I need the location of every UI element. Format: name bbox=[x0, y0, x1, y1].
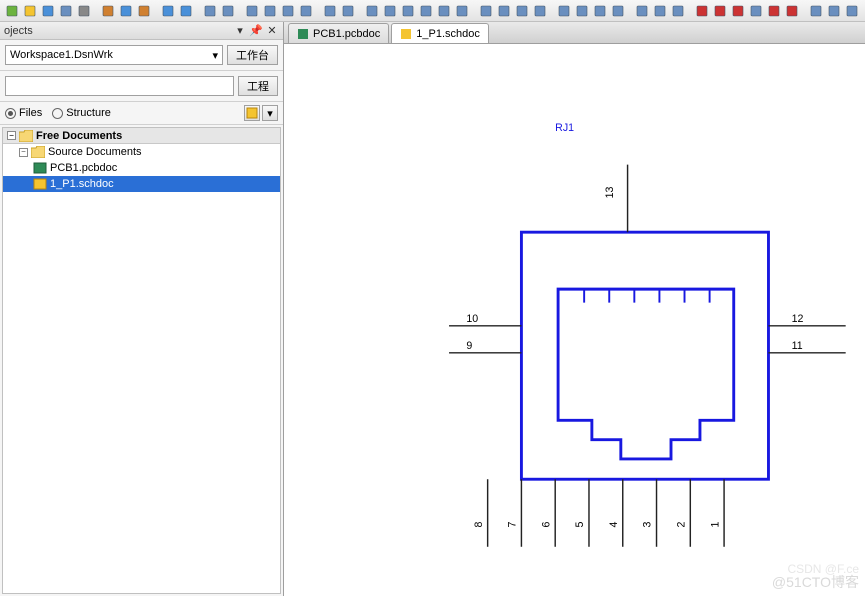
project-path-input[interactable] bbox=[5, 76, 234, 96]
pin-label-bottom: 5 bbox=[574, 521, 586, 527]
tree-category[interactable]: − Free Documents bbox=[3, 128, 280, 144]
distribute-v-icon[interactable] bbox=[454, 3, 470, 19]
save-icon[interactable] bbox=[40, 3, 56, 19]
move-icon[interactable] bbox=[220, 3, 236, 19]
schematic-canvas[interactable]: RJ113109121187654321 CSDN @F.ce @51CTO博客 bbox=[284, 44, 865, 596]
collapse-icon[interactable]: − bbox=[7, 131, 16, 140]
pin-label-top: 13 bbox=[604, 187, 616, 199]
workspace-name: Workspace1.DsnWrk bbox=[10, 49, 113, 61]
folder-icon bbox=[19, 130, 33, 142]
panel-header: ojects ▾ 📌 ✕ bbox=[0, 22, 283, 40]
pin-label-left: 9 bbox=[466, 340, 472, 352]
tree-doc-sch[interactable]: 1_P1.schdoc bbox=[3, 176, 280, 192]
wire-icon[interactable] bbox=[712, 3, 728, 19]
layer-up-icon[interactable] bbox=[556, 3, 572, 19]
ungroup-icon[interactable] bbox=[610, 3, 626, 19]
new-icon[interactable] bbox=[4, 3, 20, 19]
bus-icon[interactable] bbox=[730, 3, 746, 19]
socket-outline bbox=[558, 289, 734, 459]
cut-icon[interactable] bbox=[100, 3, 116, 19]
save-all-icon[interactable] bbox=[58, 3, 74, 19]
editor-canvas-wrap: RJ113109121187654321 CSDN @F.ce @51CTO博客 bbox=[284, 44, 865, 596]
collapse-icon[interactable]: − bbox=[19, 148, 28, 157]
snap-icon[interactable] bbox=[340, 3, 356, 19]
zoom-in-icon[interactable] bbox=[280, 3, 296, 19]
zoom-window-icon[interactable] bbox=[244, 3, 260, 19]
align-right-icon[interactable] bbox=[382, 3, 398, 19]
projects-panel: ojects ▾ 📌 ✕ Workspace1.DsnWrk ▾ 工作台 工程 … bbox=[0, 22, 284, 596]
radio-files[interactable] bbox=[5, 108, 16, 119]
power-icon[interactable] bbox=[766, 3, 782, 19]
align-bottom-icon[interactable] bbox=[418, 3, 434, 19]
tab-pcb[interactable]: PCB1.pcbdoc bbox=[288, 23, 389, 43]
rotate-left-icon[interactable] bbox=[478, 3, 494, 19]
main-toolbar bbox=[0, 0, 865, 22]
align-left-icon[interactable] bbox=[364, 3, 380, 19]
flip-v-icon[interactable] bbox=[532, 3, 548, 19]
tree-folder[interactable]: − Source Documents bbox=[3, 144, 280, 160]
pin-label-bottom: 1 bbox=[709, 521, 721, 527]
zoom-out-icon[interactable] bbox=[298, 3, 314, 19]
tab-sch[interactable]: 1_P1.schdoc bbox=[391, 23, 489, 43]
pin-label-bottom: 8 bbox=[473, 521, 485, 527]
undo-icon[interactable] bbox=[160, 3, 176, 19]
print-icon[interactable] bbox=[76, 3, 92, 19]
net-icon[interactable] bbox=[694, 3, 710, 19]
options-dropdown-icon[interactable]: ▾ bbox=[262, 105, 278, 121]
paste-icon[interactable] bbox=[136, 3, 152, 19]
radio-structure-label[interactable]: Structure bbox=[66, 107, 111, 119]
rotate-right-icon[interactable] bbox=[496, 3, 512, 19]
document-tabs: PCB1.pcbdoc 1_P1.schdoc bbox=[284, 22, 865, 44]
cross-probe-icon[interactable] bbox=[826, 3, 842, 19]
chevron-down-icon: ▾ bbox=[212, 49, 218, 62]
project-tree: − Free Documents − Source Documents PCB1… bbox=[2, 127, 281, 594]
pin-label-right: 12 bbox=[792, 313, 804, 325]
grid-icon[interactable] bbox=[322, 3, 338, 19]
pin-label-right: 11 bbox=[792, 340, 803, 352]
zoom-fit-icon[interactable] bbox=[262, 3, 278, 19]
align-top-icon[interactable] bbox=[400, 3, 416, 19]
sch-doc-icon bbox=[33, 178, 47, 190]
compile-icon[interactable] bbox=[670, 3, 686, 19]
pin-label-bottom: 3 bbox=[642, 521, 654, 527]
port-icon[interactable] bbox=[748, 3, 764, 19]
drc-icon[interactable] bbox=[652, 3, 668, 19]
annotate-icon[interactable] bbox=[808, 3, 824, 19]
flip-h-icon[interactable] bbox=[514, 3, 530, 19]
pcb-doc-icon bbox=[297, 28, 309, 40]
redo-icon[interactable] bbox=[178, 3, 194, 19]
compile-icon[interactable] bbox=[244, 105, 260, 121]
pin-label-bottom: 6 bbox=[540, 521, 552, 527]
group-icon[interactable] bbox=[592, 3, 608, 19]
copy-icon[interactable] bbox=[118, 3, 134, 19]
sch-doc-icon bbox=[400, 28, 412, 40]
workspace-button[interactable]: 工作台 bbox=[227, 45, 278, 65]
pin-label-bottom: 4 bbox=[608, 521, 620, 527]
layer-down-icon[interactable] bbox=[574, 3, 590, 19]
pin-label-bottom: 2 bbox=[676, 521, 688, 527]
highlight-icon[interactable] bbox=[844, 3, 860, 19]
workspace-combo[interactable]: Workspace1.DsnWrk ▾ bbox=[5, 45, 223, 65]
distribute-h-icon[interactable] bbox=[436, 3, 452, 19]
pin-label-left: 10 bbox=[466, 313, 478, 325]
pcb-doc-icon bbox=[33, 162, 47, 174]
close-panel-icon[interactable]: ✕ bbox=[265, 24, 279, 38]
panel-title: ojects bbox=[4, 25, 33, 37]
schematic-drawing: RJ1 13 10 9 12 11 8 7 6 5 4 3 2 1 bbox=[284, 44, 865, 596]
pin-icon[interactable]: 📌 bbox=[249, 24, 263, 38]
measure-icon[interactable] bbox=[634, 3, 650, 19]
select-icon[interactable] bbox=[202, 3, 218, 19]
radio-structure[interactable] bbox=[52, 108, 63, 119]
designator-text: RJ1 bbox=[555, 122, 574, 134]
panel-menu-icon[interactable]: ▾ bbox=[233, 24, 247, 38]
gnd-icon[interactable] bbox=[784, 3, 800, 19]
folder-open-icon bbox=[31, 146, 45, 158]
radio-files-label[interactable]: Files bbox=[19, 107, 42, 119]
tree-doc-pcb[interactable]: PCB1.pcbdoc bbox=[3, 160, 280, 176]
pin-label-bottom: 7 bbox=[507, 521, 519, 527]
open-icon[interactable] bbox=[22, 3, 38, 19]
project-button[interactable]: 工程 bbox=[238, 76, 278, 96]
